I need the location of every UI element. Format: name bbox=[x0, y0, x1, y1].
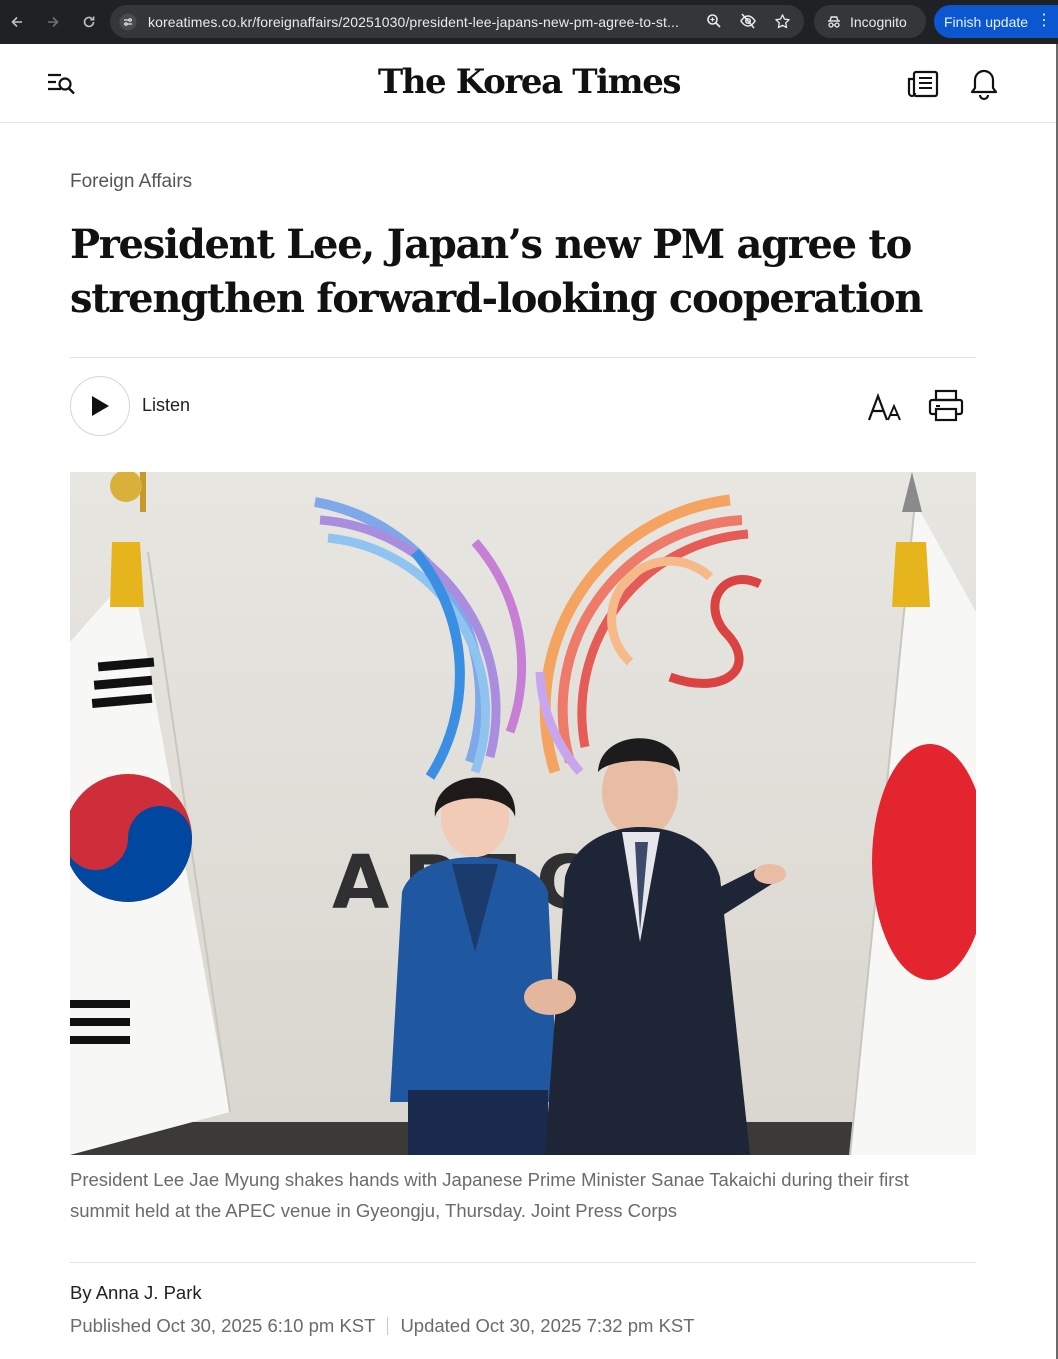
forward-icon[interactable] bbox=[40, 9, 66, 35]
incognito-indicator[interactable]: Incognito bbox=[814, 5, 926, 38]
finish-update-button[interactable]: Finish update ⋮ bbox=[934, 5, 1058, 38]
article-dates: Published Oct 30, 2025 6:10 pm KST Updat… bbox=[70, 1315, 695, 1337]
reload-icon[interactable] bbox=[76, 9, 102, 35]
tune-icon[interactable] bbox=[116, 10, 140, 34]
incognito-icon bbox=[828, 15, 840, 28]
section-label[interactable]: Foreign Affairs bbox=[70, 171, 192, 193]
site-header: The Korea Times bbox=[0, 44, 1058, 123]
eye-off-icon[interactable] bbox=[736, 9, 760, 33]
bell-icon[interactable] bbox=[968, 67, 1000, 101]
kebab-menu-icon[interactable]: ⋮ bbox=[1036, 12, 1052, 30]
browser-toolbar: koreatimes.co.kr/foreignaffairs/20251030… bbox=[0, 0, 1058, 44]
incognito-label: Incognito bbox=[850, 13, 907, 30]
updated-date: Updated Oct 30, 2025 7:32 pm KST bbox=[400, 1315, 695, 1336]
font-size-icon[interactable] bbox=[866, 390, 906, 424]
star-icon[interactable] bbox=[770, 9, 794, 33]
article-headline: President Lee, Japan’s new PM agree to s… bbox=[70, 221, 923, 322]
finish-update-label: Finish update bbox=[944, 13, 1029, 30]
date-separator bbox=[387, 1317, 389, 1335]
play-icon bbox=[92, 396, 109, 416]
newspaper-icon[interactable] bbox=[906, 69, 940, 99]
article-photo: APEC 2 bbox=[70, 472, 976, 1155]
published-date: Published Oct 30, 2025 6:10 pm KST bbox=[70, 1315, 376, 1336]
url-text[interactable]: koreatimes.co.kr/foreignaffairs/20251030… bbox=[148, 14, 700, 30]
divider bbox=[70, 1262, 976, 1263]
printer-icon[interactable] bbox=[926, 388, 966, 424]
divider bbox=[70, 357, 976, 358]
listen-label[interactable]: Listen bbox=[142, 395, 190, 416]
listen-button[interactable] bbox=[70, 376, 130, 436]
byline[interactable]: By Anna J. Park bbox=[70, 1282, 202, 1304]
photo-caption: President Lee Jae Myung shakes hands wit… bbox=[70, 1169, 909, 1221]
site-logo[interactable]: The Korea Times bbox=[0, 62, 1058, 102]
zoom-icon[interactable] bbox=[702, 9, 726, 33]
address-bar[interactable]: koreatimes.co.kr/foreignaffairs/20251030… bbox=[110, 5, 804, 38]
back-icon[interactable] bbox=[4, 9, 30, 35]
